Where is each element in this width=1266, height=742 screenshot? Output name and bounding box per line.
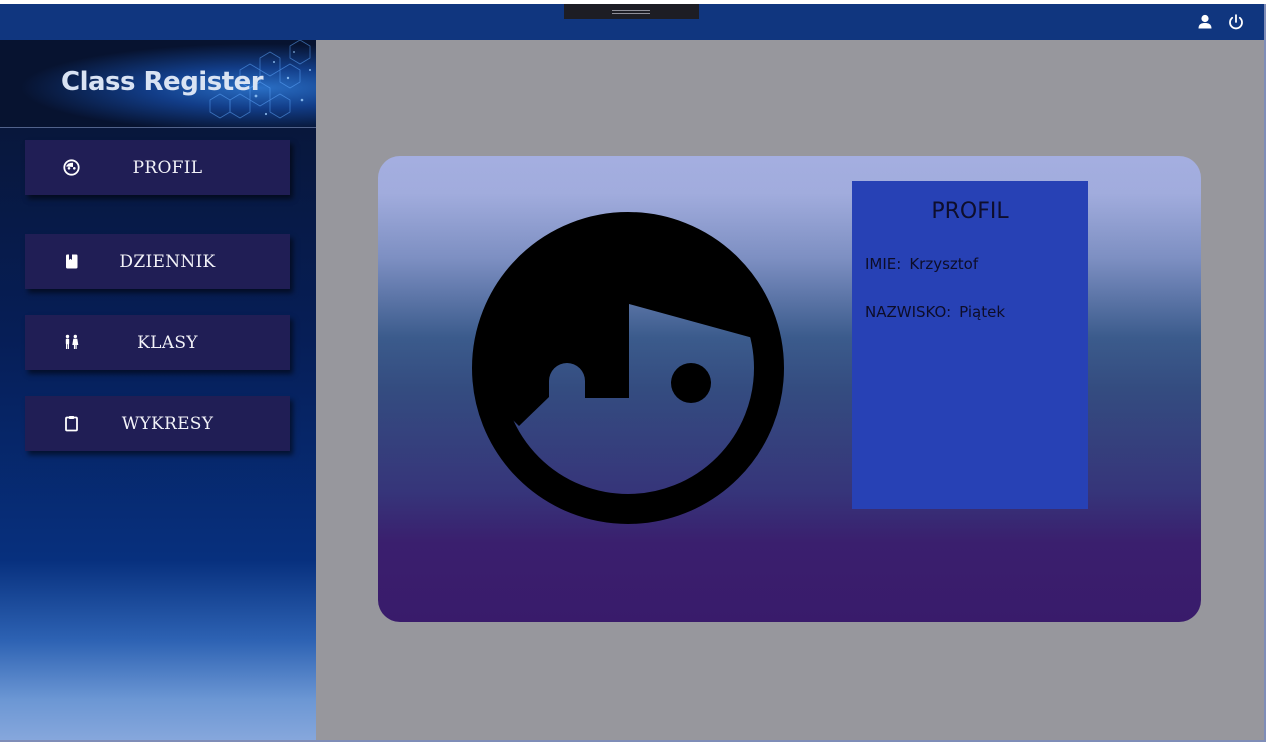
sidebar-item-klasy[interactable]: KLASY — [25, 315, 290, 370]
people-icon — [65, 334, 79, 349]
last-name-value: Piątek — [959, 303, 1006, 321]
sidebar-item-label: KLASY — [137, 333, 198, 353]
book-icon — [66, 254, 78, 269]
face-icon — [63, 159, 80, 176]
first-name-value: Krzysztof — [909, 255, 979, 273]
last-name-field: NAZWISKO: Piątek — [865, 303, 1005, 321]
drag-handle-line — [612, 10, 650, 11]
profile-panel-title: PROFIL — [931, 199, 1009, 224]
sidebar-item-profil[interactable]: PROFIL — [25, 140, 290, 195]
last-name-label: NAZWISKO: — [865, 303, 952, 321]
sidebar-item-dziennik[interactable]: DZIENNIK — [25, 234, 290, 289]
sidebar: Class Register PROFIL DZIENNIK KLASY WYK… — [0, 40, 316, 740]
drag-handle-line — [612, 13, 650, 14]
profile-info-panel: PROFIL IMIE: Krzysztof NAZWISKO: Piątek — [852, 181, 1088, 509]
first-name-field: IMIE: Krzysztof — [865, 255, 978, 273]
sidebar-item-label: DZIENNIK — [119, 252, 216, 272]
first-name-label: IMIE: — [865, 255, 902, 273]
drag-handle[interactable] — [564, 4, 699, 19]
app-window: Class Register PROFIL DZIENNIK KLASY WYK… — [0, 4, 1266, 742]
main-content: PROFIL IMIE: Krzysztof NAZWISKO: Piątek — [316, 40, 1264, 740]
profile-card: PROFIL IMIE: Krzysztof NAZWISKO: Piątek — [378, 156, 1201, 622]
brand-header: Class Register — [0, 40, 316, 128]
sidebar-item-label: WYKRESY — [121, 414, 214, 434]
title-bar[interactable] — [0, 4, 1264, 40]
clipboard-icon — [65, 416, 78, 432]
app-title: Class Register — [61, 67, 264, 97]
sidebar-item-label: PROFIL — [132, 158, 203, 178]
sidebar-item-wykresy[interactable]: WYKRESY — [25, 396, 290, 451]
user-icon[interactable] — [1196, 13, 1214, 31]
power-icon[interactable] — [1227, 13, 1245, 31]
avatar-face-icon — [472, 212, 784, 524]
